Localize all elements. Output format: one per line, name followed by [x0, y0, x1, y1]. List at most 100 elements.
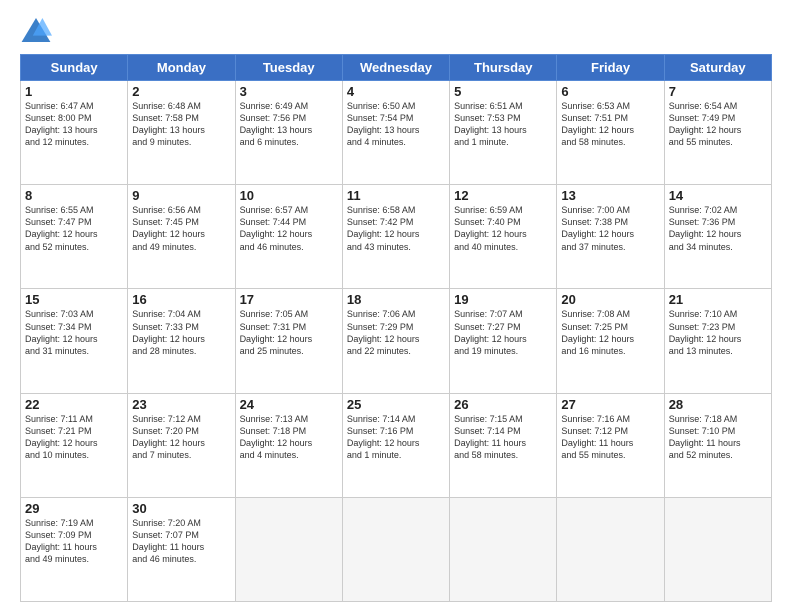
day-info: Sunrise: 7:03 AM Sunset: 7:34 PM Dayligh…	[25, 308, 123, 357]
day-info: Sunrise: 7:06 AM Sunset: 7:29 PM Dayligh…	[347, 308, 445, 357]
day-number: 25	[347, 397, 445, 412]
calendar-cell: 25Sunrise: 7:14 AM Sunset: 7:16 PM Dayli…	[342, 393, 449, 497]
calendar-cell: 20Sunrise: 7:08 AM Sunset: 7:25 PM Dayli…	[557, 289, 664, 393]
calendar-cell	[557, 497, 664, 601]
calendar-row-5: 29Sunrise: 7:19 AM Sunset: 7:09 PM Dayli…	[21, 497, 772, 601]
day-info: Sunrise: 6:50 AM Sunset: 7:54 PM Dayligh…	[347, 100, 445, 149]
weekday-header-thursday: Thursday	[450, 55, 557, 81]
day-number: 21	[669, 292, 767, 307]
calendar-cell: 10Sunrise: 6:57 AM Sunset: 7:44 PM Dayli…	[235, 185, 342, 289]
day-number: 2	[132, 84, 230, 99]
weekday-header-wednesday: Wednesday	[342, 55, 449, 81]
calendar-cell: 5Sunrise: 6:51 AM Sunset: 7:53 PM Daylig…	[450, 81, 557, 185]
calendar-cell: 6Sunrise: 6:53 AM Sunset: 7:51 PM Daylig…	[557, 81, 664, 185]
calendar-cell: 19Sunrise: 7:07 AM Sunset: 7:27 PM Dayli…	[450, 289, 557, 393]
day-number: 9	[132, 188, 230, 203]
calendar-cell: 13Sunrise: 7:00 AM Sunset: 7:38 PM Dayli…	[557, 185, 664, 289]
calendar-table: SundayMondayTuesdayWednesdayThursdayFrid…	[20, 54, 772, 602]
day-info: Sunrise: 7:00 AM Sunset: 7:38 PM Dayligh…	[561, 204, 659, 253]
calendar-row-3: 15Sunrise: 7:03 AM Sunset: 7:34 PM Dayli…	[21, 289, 772, 393]
calendar-cell: 16Sunrise: 7:04 AM Sunset: 7:33 PM Dayli…	[128, 289, 235, 393]
calendar-row-4: 22Sunrise: 7:11 AM Sunset: 7:21 PM Dayli…	[21, 393, 772, 497]
weekday-header-sunday: Sunday	[21, 55, 128, 81]
weekday-header-row: SundayMondayTuesdayWednesdayThursdayFrid…	[21, 55, 772, 81]
logo-icon	[20, 16, 52, 44]
day-number: 4	[347, 84, 445, 99]
day-info: Sunrise: 7:02 AM Sunset: 7:36 PM Dayligh…	[669, 204, 767, 253]
day-number: 20	[561, 292, 659, 307]
day-number: 17	[240, 292, 338, 307]
day-info: Sunrise: 6:49 AM Sunset: 7:56 PM Dayligh…	[240, 100, 338, 149]
day-number: 13	[561, 188, 659, 203]
day-info: Sunrise: 7:04 AM Sunset: 7:33 PM Dayligh…	[132, 308, 230, 357]
calendar-cell: 14Sunrise: 7:02 AM Sunset: 7:36 PM Dayli…	[664, 185, 771, 289]
calendar-cell: 26Sunrise: 7:15 AM Sunset: 7:14 PM Dayli…	[450, 393, 557, 497]
day-number: 10	[240, 188, 338, 203]
day-number: 11	[347, 188, 445, 203]
day-number: 16	[132, 292, 230, 307]
day-number: 18	[347, 292, 445, 307]
day-info: Sunrise: 7:12 AM Sunset: 7:20 PM Dayligh…	[132, 413, 230, 462]
day-number: 22	[25, 397, 123, 412]
day-info: Sunrise: 7:13 AM Sunset: 7:18 PM Dayligh…	[240, 413, 338, 462]
day-info: Sunrise: 6:53 AM Sunset: 7:51 PM Dayligh…	[561, 100, 659, 149]
calendar-cell	[664, 497, 771, 601]
calendar-cell: 29Sunrise: 7:19 AM Sunset: 7:09 PM Dayli…	[21, 497, 128, 601]
day-info: Sunrise: 6:51 AM Sunset: 7:53 PM Dayligh…	[454, 100, 552, 149]
day-info: Sunrise: 6:48 AM Sunset: 7:58 PM Dayligh…	[132, 100, 230, 149]
day-number: 23	[132, 397, 230, 412]
day-info: Sunrise: 6:56 AM Sunset: 7:45 PM Dayligh…	[132, 204, 230, 253]
day-number: 5	[454, 84, 552, 99]
calendar-cell: 1Sunrise: 6:47 AM Sunset: 8:00 PM Daylig…	[21, 81, 128, 185]
day-info: Sunrise: 6:54 AM Sunset: 7:49 PM Dayligh…	[669, 100, 767, 149]
day-info: Sunrise: 7:15 AM Sunset: 7:14 PM Dayligh…	[454, 413, 552, 462]
day-number: 12	[454, 188, 552, 203]
weekday-header-tuesday: Tuesday	[235, 55, 342, 81]
calendar-cell: 24Sunrise: 7:13 AM Sunset: 7:18 PM Dayli…	[235, 393, 342, 497]
calendar-cell: 18Sunrise: 7:06 AM Sunset: 7:29 PM Dayli…	[342, 289, 449, 393]
calendar-cell: 9Sunrise: 6:56 AM Sunset: 7:45 PM Daylig…	[128, 185, 235, 289]
day-info: Sunrise: 7:07 AM Sunset: 7:27 PM Dayligh…	[454, 308, 552, 357]
calendar-cell: 23Sunrise: 7:12 AM Sunset: 7:20 PM Dayli…	[128, 393, 235, 497]
weekday-header-saturday: Saturday	[664, 55, 771, 81]
day-number: 15	[25, 292, 123, 307]
day-number: 8	[25, 188, 123, 203]
calendar-cell: 17Sunrise: 7:05 AM Sunset: 7:31 PM Dayli…	[235, 289, 342, 393]
day-info: Sunrise: 6:47 AM Sunset: 8:00 PM Dayligh…	[25, 100, 123, 149]
header	[20, 16, 772, 44]
day-info: Sunrise: 6:58 AM Sunset: 7:42 PM Dayligh…	[347, 204, 445, 253]
day-info: Sunrise: 7:16 AM Sunset: 7:12 PM Dayligh…	[561, 413, 659, 462]
calendar-cell: 15Sunrise: 7:03 AM Sunset: 7:34 PM Dayli…	[21, 289, 128, 393]
calendar-cell: 27Sunrise: 7:16 AM Sunset: 7:12 PM Dayli…	[557, 393, 664, 497]
calendar-cell: 7Sunrise: 6:54 AM Sunset: 7:49 PM Daylig…	[664, 81, 771, 185]
day-info: Sunrise: 6:55 AM Sunset: 7:47 PM Dayligh…	[25, 204, 123, 253]
day-info: Sunrise: 7:19 AM Sunset: 7:09 PM Dayligh…	[25, 517, 123, 566]
calendar-cell: 22Sunrise: 7:11 AM Sunset: 7:21 PM Dayli…	[21, 393, 128, 497]
weekday-header-monday: Monday	[128, 55, 235, 81]
calendar-cell	[450, 497, 557, 601]
calendar-cell: 2Sunrise: 6:48 AM Sunset: 7:58 PM Daylig…	[128, 81, 235, 185]
day-number: 28	[669, 397, 767, 412]
day-number: 27	[561, 397, 659, 412]
calendar-cell	[342, 497, 449, 601]
calendar-cell: 21Sunrise: 7:10 AM Sunset: 7:23 PM Dayli…	[664, 289, 771, 393]
day-number: 6	[561, 84, 659, 99]
day-info: Sunrise: 7:05 AM Sunset: 7:31 PM Dayligh…	[240, 308, 338, 357]
calendar-page: SundayMondayTuesdayWednesdayThursdayFrid…	[0, 0, 792, 612]
day-number: 19	[454, 292, 552, 307]
calendar-cell: 3Sunrise: 6:49 AM Sunset: 7:56 PM Daylig…	[235, 81, 342, 185]
day-info: Sunrise: 7:11 AM Sunset: 7:21 PM Dayligh…	[25, 413, 123, 462]
calendar-cell: 8Sunrise: 6:55 AM Sunset: 7:47 PM Daylig…	[21, 185, 128, 289]
day-number: 26	[454, 397, 552, 412]
day-info: Sunrise: 7:20 AM Sunset: 7:07 PM Dayligh…	[132, 517, 230, 566]
day-number: 1	[25, 84, 123, 99]
day-info: Sunrise: 7:10 AM Sunset: 7:23 PM Dayligh…	[669, 308, 767, 357]
day-number: 7	[669, 84, 767, 99]
logo	[20, 16, 54, 44]
calendar-cell: 30Sunrise: 7:20 AM Sunset: 7:07 PM Dayli…	[128, 497, 235, 601]
day-info: Sunrise: 6:59 AM Sunset: 7:40 PM Dayligh…	[454, 204, 552, 253]
day-info: Sunrise: 6:57 AM Sunset: 7:44 PM Dayligh…	[240, 204, 338, 253]
day-number: 30	[132, 501, 230, 516]
calendar-row-2: 8Sunrise: 6:55 AM Sunset: 7:47 PM Daylig…	[21, 185, 772, 289]
day-number: 29	[25, 501, 123, 516]
